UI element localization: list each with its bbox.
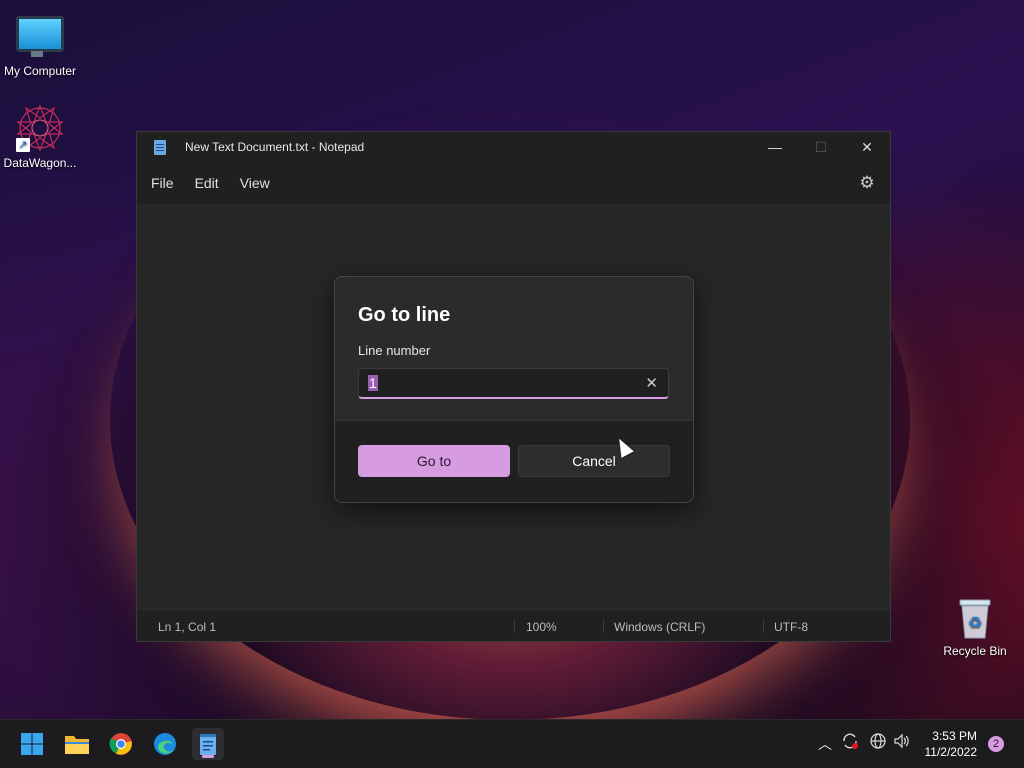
notepad-icon xyxy=(154,139,166,155)
menu-file[interactable]: File xyxy=(150,169,188,197)
status-position: Ln 1, Col 1 xyxy=(158,620,217,634)
recycle-bin-icon: ♻ xyxy=(957,598,993,640)
desktop-icon-datawagon[interactable]: ↗ DataWagon... xyxy=(0,104,80,170)
desktop-icon-label: DataWagon... xyxy=(3,156,77,170)
dialog-title: Go to line xyxy=(358,304,451,326)
clear-icon[interactable]: ✕ xyxy=(645,374,658,392)
active-app-indicator xyxy=(202,755,214,758)
file-explorer-icon[interactable] xyxy=(61,728,93,760)
edge-icon[interactable] xyxy=(149,728,181,760)
desktop-icon-label: My Computer xyxy=(3,64,77,78)
clock-date: 11/2/2022 xyxy=(924,745,978,759)
desktop-icon-my-computer[interactable]: My Computer xyxy=(0,8,80,78)
clock[interactable]: 3:53 PM 11/2/2022 xyxy=(925,728,978,760)
maximize-button[interactable]: ☐ xyxy=(798,132,844,162)
chrome-icon[interactable] xyxy=(105,728,137,760)
shortcut-arrow-icon: ↗ xyxy=(16,138,30,152)
go-to-line-dialog: Go to line Line number 1 ✕ Go to Cancel xyxy=(334,276,694,503)
notepad-taskbar-icon[interactable] xyxy=(192,728,224,760)
window-title: New Text Document.txt - Notepad xyxy=(185,140,365,154)
clock-time: 3:53 PM xyxy=(932,729,977,743)
line-number-input[interactable]: 1 ✕ xyxy=(358,368,669,399)
menu-edit[interactable]: Edit xyxy=(194,169,233,197)
status-divider xyxy=(514,619,515,633)
status-bar: Ln 1, Col 1 100% Windows (CRLF) UTF-8 xyxy=(137,611,890,641)
go-to-button[interactable]: Go to xyxy=(358,445,510,477)
title-bar[interactable]: New Text Document.txt - Notepad — ☐ ✕ xyxy=(137,132,890,162)
menu-view[interactable]: View xyxy=(239,169,284,197)
dialog-footer: Go to Cancel xyxy=(335,420,693,502)
status-divider xyxy=(763,619,764,633)
computer-icon xyxy=(16,16,64,57)
sync-icon[interactable] xyxy=(841,732,859,753)
network-globe-icon[interactable] xyxy=(869,732,887,753)
desktop-icon-label: Recycle Bin xyxy=(943,644,1007,658)
status-divider xyxy=(603,619,604,633)
close-button[interactable]: ✕ xyxy=(844,132,890,162)
datawagon-icon: ↗ xyxy=(16,104,64,152)
svg-text:♻: ♻ xyxy=(968,613,982,632)
taskbar: ︿ 3:53 PM 11/2/2022 2 xyxy=(0,719,1024,768)
menu-bar: File Edit View ⚙ xyxy=(137,162,890,204)
gear-icon[interactable]: ⚙ xyxy=(858,174,876,192)
cancel-button[interactable]: Cancel xyxy=(518,445,670,477)
notification-badge[interactable]: 2 xyxy=(988,736,1004,752)
status-zoom: 100% xyxy=(526,620,557,634)
volume-icon[interactable] xyxy=(893,732,911,753)
line-number-label: Line number xyxy=(358,343,431,358)
show-hidden-icons-chevron-icon[interactable]: ︿ xyxy=(818,734,832,754)
minimize-button[interactable]: — xyxy=(752,132,798,162)
desktop-icon-recycle-bin[interactable]: ♻ Recycle Bin xyxy=(935,598,1015,658)
status-line-ending: Windows (CRLF) xyxy=(614,620,706,634)
line-number-value: 1 xyxy=(368,375,378,391)
status-encoding: UTF-8 xyxy=(774,620,808,634)
start-icon[interactable] xyxy=(16,728,48,760)
